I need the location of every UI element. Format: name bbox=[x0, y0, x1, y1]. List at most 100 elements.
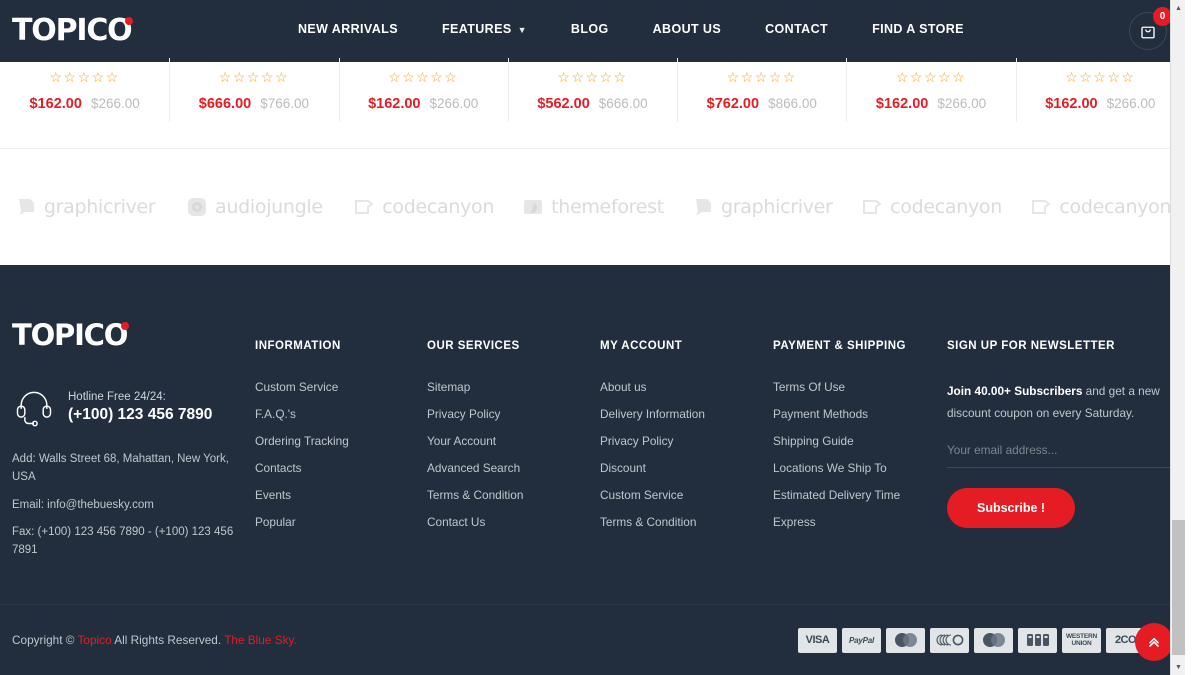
footer-column-payment-shipping: PAYMENT & SHIPPING Terms Of Use Payment … bbox=[773, 340, 906, 542]
brand-logo-item[interactable]: codecanyon bbox=[1016, 195, 1185, 219]
brand-name: codecanyon bbox=[382, 196, 495, 218]
address-line: Add: Walls Street 68, Mahattan, New York… bbox=[12, 453, 229, 483]
brand-name: codecanyon bbox=[1059, 196, 1172, 218]
footer-link[interactable]: Contact Us bbox=[427, 515, 523, 529]
nav-item-features[interactable]: FEATURES ▼ bbox=[420, 22, 549, 36]
nav-label: CONTACT bbox=[765, 22, 829, 36]
brand-logo-item[interactable]: graphicriver bbox=[677, 195, 846, 219]
discover-icon bbox=[935, 634, 963, 646]
product-card[interactable]: ☆☆☆☆☆ $162.00 $266.00 bbox=[1015, 58, 1185, 144]
brand-name: themeforest bbox=[551, 196, 664, 218]
footer-link[interactable]: Locations We Ship To bbox=[773, 461, 906, 475]
copyright-brand-link[interactable]: Topico bbox=[78, 633, 112, 647]
footer-link[interactable]: Popular bbox=[255, 515, 349, 529]
cart-button[interactable]: 0 bbox=[1129, 7, 1172, 50]
footer-link[interactable]: F.A.Q.'s bbox=[255, 407, 349, 421]
nav-item-contact[interactable]: CONTACT bbox=[743, 22, 850, 36]
brand-logo-item[interactable]: codecanyon bbox=[846, 195, 1015, 219]
footer-link[interactable]: Terms & Condition bbox=[427, 488, 523, 502]
footer-link[interactable]: Privacy Policy bbox=[600, 434, 705, 448]
footer-link[interactable]: Terms & Condition bbox=[600, 515, 705, 529]
payment-label: PayPal bbox=[848, 635, 875, 645]
fax-line: Fax: (+100) 123 456 7890 - (+100) 123 45… bbox=[12, 526, 234, 557]
column-title: PAYMENT & SHIPPING bbox=[773, 340, 906, 352]
nav-label: BLOG bbox=[570, 22, 609, 36]
graphicriver-logo-icon bbox=[18, 199, 34, 215]
scrollbar-up-arrow[interactable]: ▲ bbox=[1171, 0, 1185, 16]
footer-link[interactable]: Custom Service bbox=[600, 488, 705, 502]
logo-dot-icon bbox=[125, 17, 134, 25]
newsletter-email-input[interactable] bbox=[947, 436, 1179, 468]
product-price: $162.00 bbox=[875, 96, 929, 112]
rating-stars: ☆☆☆☆☆ bbox=[1065, 69, 1136, 85]
product-price: $162.00 bbox=[1045, 96, 1098, 112]
footer-logo[interactable]: TOPICO bbox=[12, 321, 135, 350]
scrollbar-thumb[interactable] bbox=[1172, 520, 1185, 655]
product-card[interactable]: ☆☆☆☆☆ $666.00 $766.00 bbox=[169, 58, 338, 144]
footer-link[interactable]: Ordering Tracking bbox=[255, 434, 349, 448]
product-card[interactable]: ☆☆☆☆☆ $162.00 $266.00 bbox=[338, 58, 508, 144]
nav-item-blog[interactable]: BLOG bbox=[549, 22, 631, 36]
footer-link[interactable]: Advanced Search bbox=[427, 461, 523, 475]
price-row: $666.00 $766.00 bbox=[199, 96, 309, 112]
nav-item-new-arrivals[interactable]: NEW ARRIVALS bbox=[298, 22, 420, 36]
footer-link[interactable]: Payment Methods bbox=[773, 407, 906, 421]
themeforest-logo-icon bbox=[524, 200, 543, 214]
product-card[interactable]: ☆☆☆☆☆ $562.00 $666.00 bbox=[507, 58, 677, 144]
hotline-number: (+100) 123 456 7890 bbox=[68, 405, 213, 423]
footer-link[interactable]: Contacts bbox=[255, 461, 349, 475]
brand-logo-item[interactable]: codecanyon bbox=[339, 195, 508, 219]
footer-link[interactable]: Shipping Guide bbox=[773, 434, 906, 448]
page-scrollbar[interactable]: ▲ ▼ bbox=[1170, 0, 1185, 675]
newsletter-bold-text: Join 40.00+ Subscribers bbox=[947, 384, 1083, 398]
product-card[interactable]: ☆☆☆☆☆ $162.00 $266.00 bbox=[846, 58, 1015, 144]
subscribe-button[interactable]: Subscribe ! bbox=[947, 487, 1076, 528]
footer-link[interactable]: Express bbox=[773, 515, 906, 529]
footer-link[interactable]: Delivery Information bbox=[600, 407, 705, 421]
scroll-to-top-button[interactable] bbox=[1135, 623, 1173, 661]
audiojungle-logo-icon bbox=[188, 198, 207, 216]
product-old-price: $666.00 bbox=[598, 96, 648, 111]
price-row: $162.00 $266.00 bbox=[368, 96, 478, 112]
footer-link[interactable]: Estimated Delivery Time bbox=[773, 488, 906, 502]
brand-name: graphicriver bbox=[720, 196, 833, 218]
nav-item-find-a-store[interactable]: FIND A STORE bbox=[850, 22, 986, 36]
footer-link[interactable]: Discount bbox=[600, 461, 705, 475]
product-card[interactable]: ☆☆☆☆☆ $162.00 $266.00 bbox=[0, 62, 169, 144]
headset-icon bbox=[16, 391, 52, 427]
copyright-author-link[interactable]: The Blue Sky. bbox=[224, 633, 297, 647]
newsletter-block: SIGN UP FOR NEWSLETTER Join 40.00+ Subsc… bbox=[947, 340, 1179, 528]
brand-logo-item[interactable]: audiojungle bbox=[169, 195, 338, 219]
footer-link[interactable]: Events bbox=[255, 488, 349, 502]
double-chevron-up-icon bbox=[1149, 637, 1159, 647]
footer-link[interactable]: About us bbox=[600, 380, 705, 394]
payment-icon-discover bbox=[930, 627, 969, 653]
codecanyon-logo-icon bbox=[1032, 200, 1052, 214]
brand-logo-item[interactable]: graphicriver bbox=[0, 195, 169, 219]
brand-logo-item[interactable]: themeforest bbox=[508, 195, 677, 219]
price-row: $562.00 $666.00 bbox=[537, 96, 647, 112]
footer-link[interactable]: Terms Of Use bbox=[773, 380, 906, 394]
footer-link[interactable]: Your Account bbox=[427, 434, 523, 448]
nav-item-about-us[interactable]: ABOUT US bbox=[631, 22, 743, 36]
nav-label: NEW ARRIVALS bbox=[298, 22, 398, 36]
payment-icon-western-union: WESTERN UNION bbox=[1062, 627, 1101, 653]
footer-link[interactable]: Sitemap bbox=[427, 380, 523, 394]
price-row: $762.00 $866.00 bbox=[707, 96, 817, 112]
footer-link[interactable]: Privacy Policy bbox=[427, 407, 523, 421]
product-card[interactable]: ☆☆☆☆☆ $762.00 $866.00 bbox=[677, 58, 846, 144]
hotline-label: Hotline Free 24/24: bbox=[68, 390, 166, 403]
chevron-down-icon: ▼ bbox=[517, 25, 527, 35]
hotline-block: Hotline Free 24/24: (+100) 123 456 7890 bbox=[12, 385, 212, 429]
scrollbar-down-arrow[interactable]: ▼ bbox=[1171, 659, 1185, 675]
nav-label: FEATURES bbox=[441, 22, 512, 36]
product-old-price: $266.00 bbox=[937, 96, 987, 111]
page-root: TOPICO NEW ARRIVALS FEATURES ▼ BLOG ABOUT… bbox=[0, 0, 1185, 675]
copyright-prefix: Copyright © bbox=[12, 633, 78, 647]
site-logo[interactable]: TOPICO bbox=[12, 16, 139, 46]
logo-text: TOPICO bbox=[12, 13, 133, 48]
payment-icon-visa: VISA bbox=[798, 627, 837, 653]
footer-link[interactable]: Custom Service bbox=[255, 380, 349, 394]
column-title: MY ACCOUNT bbox=[600, 340, 683, 352]
hotline-text: Hotline Free 24/24: (+100) 123 456 7890 bbox=[68, 391, 212, 424]
